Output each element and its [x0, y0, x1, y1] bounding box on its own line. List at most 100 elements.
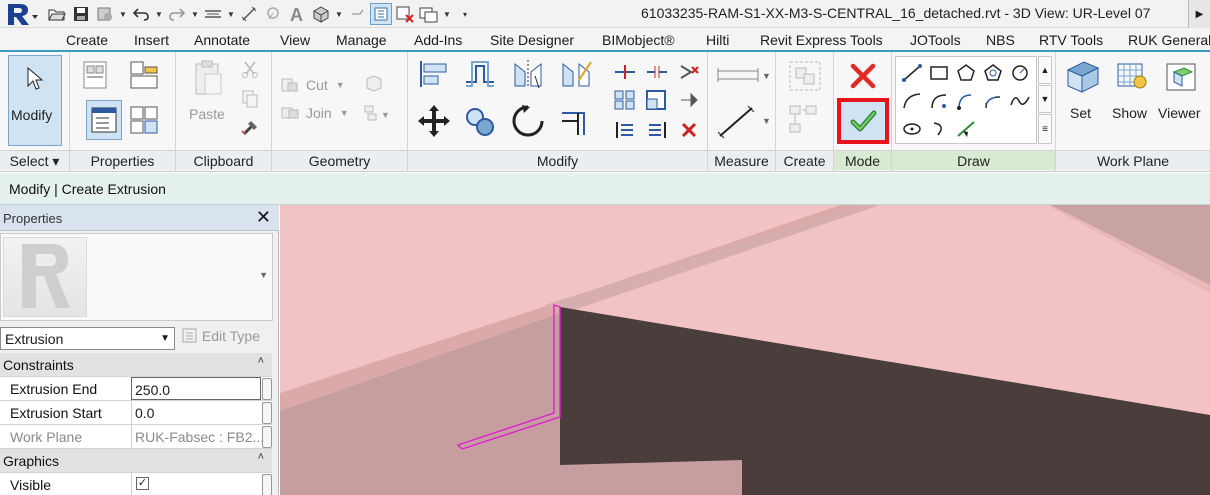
draw-circle-icon[interactable] [1007, 61, 1033, 85]
extrusion-start-field[interactable]: 0.0 [131, 401, 261, 424]
draw-inscribed-polygon-icon[interactable] [953, 61, 979, 85]
family-category-icon[interactable] [126, 100, 162, 140]
switch-windows-icon[interactable] [418, 3, 440, 25]
3d-view-icon[interactable] [310, 3, 332, 25]
create-group-icon[interactable] [784, 56, 826, 96]
collapse-chevron-icon[interactable]: ˄ [258, 355, 264, 367]
paste-button[interactable]: Paste [186, 56, 228, 146]
type-properties-icon[interactable] [78, 56, 114, 94]
draw-spline-icon[interactable] [1007, 89, 1033, 113]
align-icon[interactable] [414, 56, 454, 92]
save-icon[interactable] [70, 3, 92, 25]
split-with-gap-icon[interactable] [644, 60, 670, 84]
match-properties-icon[interactable] [238, 116, 262, 138]
tab-insert[interactable]: Insert [134, 32, 169, 48]
gallery-expand-icon[interactable]: ≡ [1038, 114, 1052, 144]
offset-icon[interactable] [460, 56, 500, 92]
dimension-icon[interactable] [238, 3, 260, 25]
join-geometry-button[interactable]: Join ▼ [280, 102, 360, 124]
tab-nbs[interactable]: NBS [986, 32, 1015, 48]
tab-manage[interactable]: Manage [336, 32, 387, 48]
chevron-down-icon[interactable]: ▼ [334, 10, 344, 19]
tab-create[interactable]: Create [66, 32, 108, 48]
chevron-down-icon[interactable]: ▼ [154, 10, 164, 19]
modify-button[interactable]: Modify [8, 55, 62, 146]
copy-element-icon[interactable] [460, 102, 500, 140]
delete-icon[interactable] [676, 118, 702, 142]
type-selector[interactable]: ▼ [0, 233, 273, 321]
draw-rectangle-icon[interactable] [926, 61, 952, 85]
group-header-constraints[interactable]: Constraints ˄ [0, 353, 272, 377]
3d-view-canvas[interactable] [280, 205, 1210, 495]
extrusion-end-field[interactable]: 250.0 [131, 377, 261, 400]
pick-lines-icon[interactable] [953, 117, 979, 141]
thin-lines-icon[interactable] [370, 3, 392, 25]
draw-circumscribed-polygon-icon[interactable] [980, 61, 1006, 85]
tab-view[interactable]: View [280, 32, 310, 48]
undo-icon[interactable] [130, 3, 152, 25]
copy-icon[interactable] [238, 88, 262, 110]
tag-icon[interactable] [262, 3, 284, 25]
chevron-down-icon[interactable]: ▼ [442, 10, 452, 19]
cut-geometry-button[interactable]: Cut ▼ [280, 74, 360, 96]
3d-scene[interactable] [280, 205, 1210, 495]
tab-ruk-general[interactable]: RUK General [1128, 32, 1210, 48]
draw-line-icon[interactable] [899, 61, 925, 85]
tab-jotools[interactable]: JOTools [910, 32, 961, 48]
edit-type-button[interactable]: Edit Type [182, 328, 260, 344]
mirror-pick-axis-icon[interactable] [508, 56, 548, 92]
wall-joins-icon[interactable] [362, 72, 386, 96]
properties-toggle-icon[interactable] [86, 100, 122, 140]
measure-icon[interactable] [202, 3, 224, 25]
trim-extend-multiple-icon[interactable] [644, 118, 670, 142]
title-scroll-right-icon[interactable]: ▶ [1188, 0, 1210, 28]
pin-icon[interactable] [676, 88, 702, 112]
tab-site-designer[interactable]: Site Designer [490, 32, 574, 48]
measure-between-references-icon[interactable]: ▼ [714, 62, 770, 88]
cancel-edit-mode-icon[interactable] [844, 58, 882, 94]
row-scrollbar[interactable] [262, 426, 272, 448]
tab-rtv-tools[interactable]: RTV Tools [1039, 32, 1103, 48]
tab-revit-express-tools[interactable]: Revit Express Tools [760, 32, 883, 48]
row-scrollbar[interactable] [262, 474, 272, 495]
tab-annotate[interactable]: Annotate [194, 32, 250, 48]
cut-scissors-icon[interactable] [238, 58, 262, 80]
tab-add-ins[interactable]: Add-Ins [414, 32, 462, 48]
chevron-down-icon[interactable]: ▼ [226, 10, 236, 19]
split-face-icon[interactable]: ▼ [360, 102, 394, 124]
show-work-plane-button[interactable]: Show [1108, 56, 1156, 146]
unpin-icon[interactable] [676, 60, 702, 84]
customize-toolbar-icon[interactable]: ▾ [460, 10, 470, 19]
redo-icon[interactable] [166, 3, 188, 25]
array-icon[interactable] [612, 88, 638, 112]
open-icon[interactable] [46, 3, 68, 25]
draw-tangent-arc-icon[interactable] [953, 89, 979, 113]
draw-ellipse-icon[interactable] [899, 117, 925, 141]
close-icon[interactable]: ✕ [256, 207, 271, 228]
gallery-scroll-up-icon[interactable]: ▲ [1038, 56, 1052, 84]
draw-partial-ellipse-icon[interactable] [926, 117, 952, 141]
draw-fillet-arc-icon[interactable] [980, 89, 1006, 113]
select-panel-label[interactable]: Select ▾ [0, 150, 69, 170]
text-icon[interactable]: A [286, 3, 308, 25]
trim-extend-corner-icon[interactable] [556, 102, 596, 140]
collapse-chevron-icon[interactable]: ˄ [258, 451, 264, 463]
aligned-dimension-icon[interactable]: ▼ [714, 102, 770, 142]
mirror-draw-axis-icon[interactable] [556, 56, 596, 92]
chevron-down-icon[interactable]: ▼ [118, 10, 128, 19]
visible-checkbox[interactable]: ✓ [136, 477, 149, 490]
group-header-graphics[interactable]: Graphics ˄ [0, 449, 272, 473]
scale-icon[interactable] [644, 88, 670, 112]
revit-app-menu-button[interactable] [2, 0, 40, 28]
draw-start-end-arc-icon[interactable] [899, 89, 925, 113]
finish-edit-mode-button[interactable] [837, 98, 889, 144]
family-selector-dropdown[interactable]: Extrusion ▼ [0, 327, 175, 350]
section-icon[interactable] [346, 3, 368, 25]
split-element-icon[interactable] [612, 60, 638, 84]
close-hidden-icon[interactable] [394, 3, 416, 25]
type-selector-chevron-icon[interactable]: ▼ [259, 270, 268, 280]
set-work-plane-button[interactable]: Set [1060, 56, 1104, 146]
row-scrollbar[interactable] [262, 378, 272, 400]
tab-bimobject[interactable]: BIMobject® [602, 32, 675, 48]
chevron-down-icon[interactable]: ▼ [190, 10, 200, 19]
